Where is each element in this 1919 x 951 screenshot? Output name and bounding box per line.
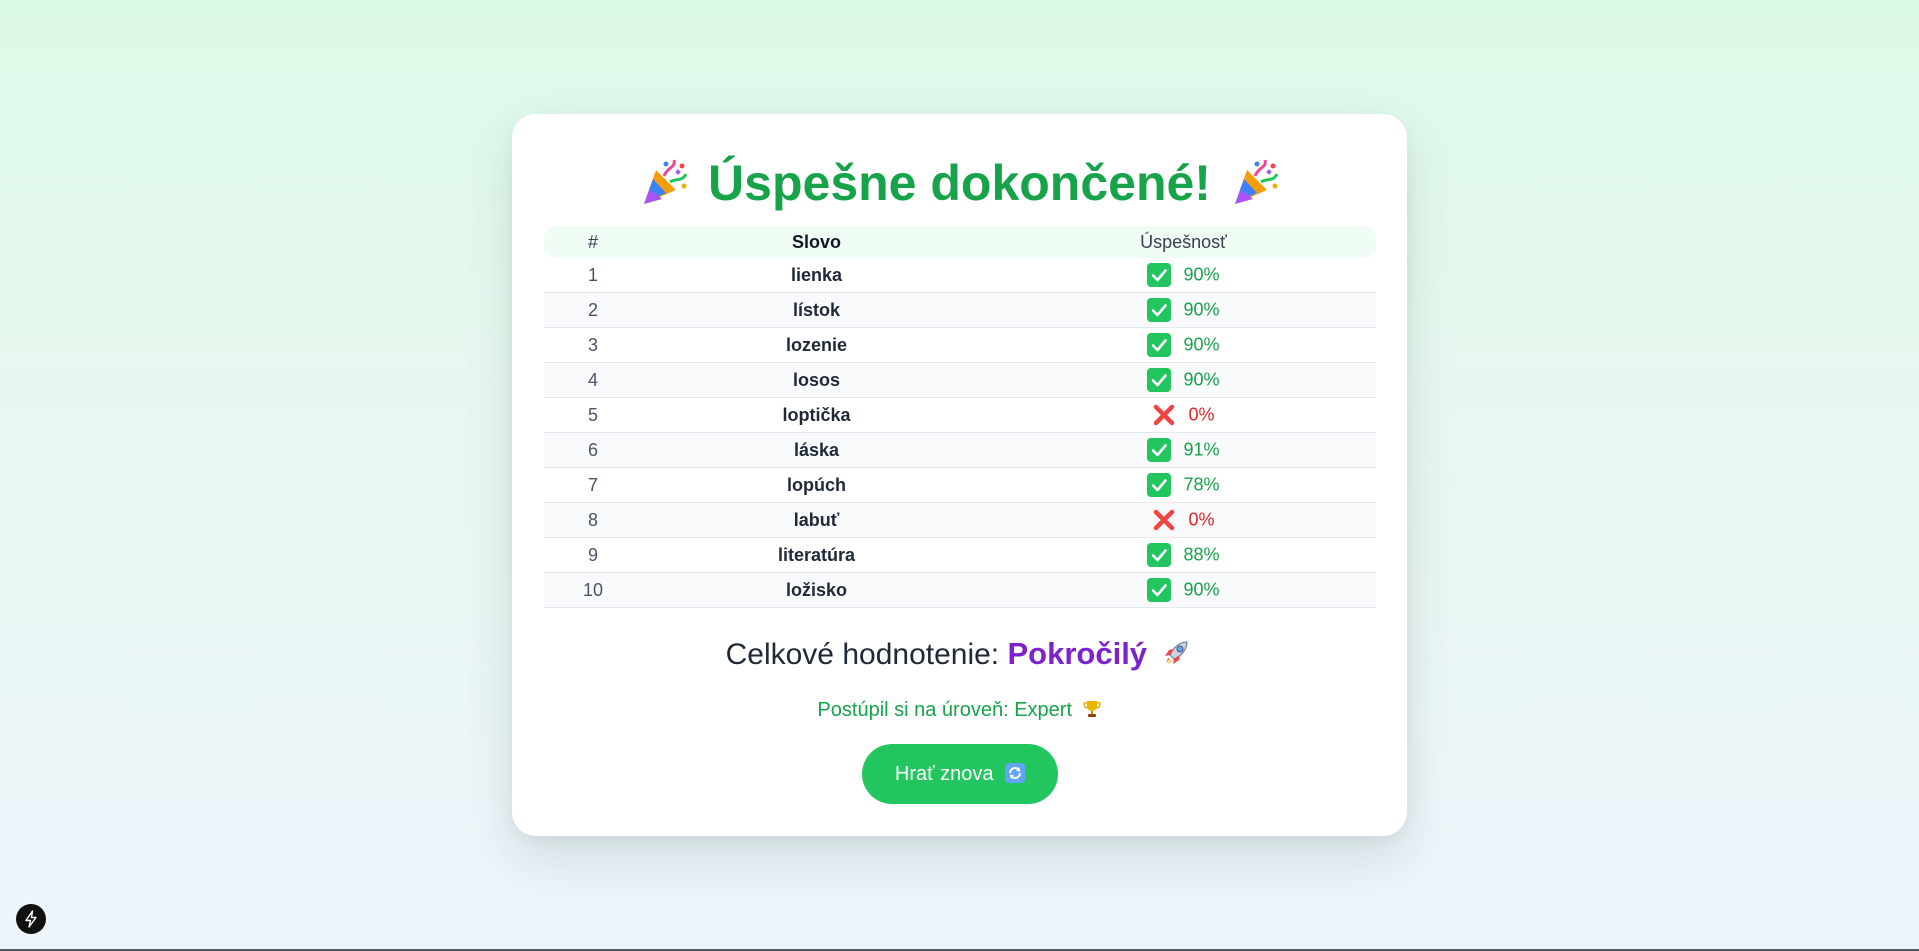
- title-text: Úspešne dokončené!: [708, 155, 1211, 211]
- row-score: 91%: [991, 432, 1376, 468]
- row-score-value: 88%: [1183, 544, 1220, 565]
- row-score: 0%: [991, 502, 1376, 538]
- dev-tools-indicator[interactable]: [16, 904, 46, 934]
- row-word: lopúch: [642, 467, 991, 503]
- table-row: 1 lienka 90%: [544, 258, 1376, 293]
- table-row: 3 lozenie 90%: [544, 327, 1376, 363]
- table-row: 2 lístok 90%: [544, 292, 1376, 328]
- check-mark-icon: [1147, 578, 1172, 602]
- row-word: láska: [642, 432, 991, 468]
- refresh-icon: [1005, 762, 1026, 783]
- row-number: 5: [544, 397, 642, 433]
- cross-mark-icon: [1152, 403, 1176, 427]
- overall-rating-label: Celkové hodnotenie:: [725, 638, 1000, 671]
- row-score-value: 78%: [1183, 474, 1220, 495]
- party-popper-icon: [1229, 152, 1281, 204]
- table-row: 7 lopúch 78%: [544, 467, 1376, 503]
- party-popper-icon: [638, 152, 690, 204]
- results-card: Úspešne dokončené! # Slovo Úspešnosť 1 li…: [512, 114, 1407, 836]
- row-number: 7: [544, 467, 642, 503]
- row-number: 9: [544, 537, 642, 573]
- row-word: literatúra: [642, 537, 991, 573]
- promotion-text: Postúpil si na úroveň: Expert: [817, 699, 1073, 721]
- row-score: 90%: [991, 292, 1376, 328]
- row-score-value: 90%: [1183, 369, 1220, 390]
- row-score: 88%: [991, 537, 1376, 573]
- row-score: 0%: [991, 397, 1376, 433]
- row-score-value: 90%: [1183, 264, 1220, 285]
- row-score: 90%: [991, 572, 1376, 608]
- overall-rating-level: Pokročilý: [1007, 636, 1148, 671]
- check-mark-icon: [1147, 263, 1172, 287]
- row-score-value: 0%: [1188, 404, 1215, 425]
- table-header-row: # Slovo Úspešnosť: [544, 226, 1376, 258]
- check-mark-icon: [1147, 298, 1172, 322]
- row-word: labuť: [642, 502, 991, 538]
- column-header-score: Úspešnosť: [991, 226, 1376, 258]
- results-table: # Slovo Úspešnosť 1 lienka 90% 2 lístok 90% 3 l…: [544, 226, 1376, 608]
- table-row: 5 loptička 0%: [544, 397, 1376, 433]
- row-word: losos: [642, 362, 991, 398]
- row-score: 90%: [991, 258, 1376, 293]
- check-mark-icon: [1147, 368, 1172, 392]
- check-mark-icon: [1147, 438, 1172, 462]
- row-word: lienka: [642, 258, 991, 293]
- row-number: 6: [544, 432, 642, 468]
- table-row: 10 ložisko 90%: [544, 572, 1376, 608]
- overall-rating: Celkové hodnotenie: Pokročilý: [512, 636, 1407, 672]
- row-score-value: 90%: [1183, 299, 1220, 320]
- row-word: lístok: [642, 292, 991, 328]
- row-number: 3: [544, 327, 642, 363]
- row-number: 1: [544, 258, 642, 293]
- lightning-icon: [25, 910, 37, 928]
- row-number: 8: [544, 502, 642, 538]
- row-number: 4: [544, 362, 642, 398]
- row-score: 90%: [991, 327, 1376, 363]
- column-header-word: Slovo: [642, 226, 991, 258]
- table-row: 4 losos 90%: [544, 362, 1376, 398]
- row-score-value: 91%: [1183, 439, 1220, 460]
- table-row: 8 labuť 0%: [544, 502, 1376, 538]
- row-score-value: 90%: [1183, 579, 1220, 600]
- row-number: 2: [544, 292, 642, 328]
- row-word: loptička: [642, 397, 991, 433]
- row-score-value: 90%: [1183, 334, 1220, 355]
- cross-mark-icon: [1152, 508, 1176, 532]
- check-mark-icon: [1147, 473, 1172, 497]
- row-score: 78%: [991, 467, 1376, 503]
- row-score-value: 0%: [1188, 509, 1215, 530]
- row-word: lozenie: [642, 327, 991, 363]
- play-again-label: Hrať znova: [894, 762, 994, 785]
- trophy-icon: [1082, 699, 1102, 719]
- check-mark-icon: [1147, 333, 1172, 357]
- column-header-number: #: [544, 226, 642, 258]
- row-number: 10: [544, 572, 642, 608]
- promotion-message: Postúpil si na úroveň: Expert: [512, 699, 1407, 722]
- rocket-icon: [1161, 636, 1193, 668]
- row-score: 90%: [991, 362, 1376, 398]
- table-row: 9 literatúra 88%: [544, 537, 1376, 573]
- check-mark-icon: [1147, 543, 1172, 567]
- table-row: 6 láska 91%: [544, 432, 1376, 468]
- play-again-button[interactable]: Hrať znova: [862, 744, 1058, 804]
- row-word: ložisko: [642, 572, 991, 608]
- page-title: Úspešne dokončené!: [512, 144, 1407, 222]
